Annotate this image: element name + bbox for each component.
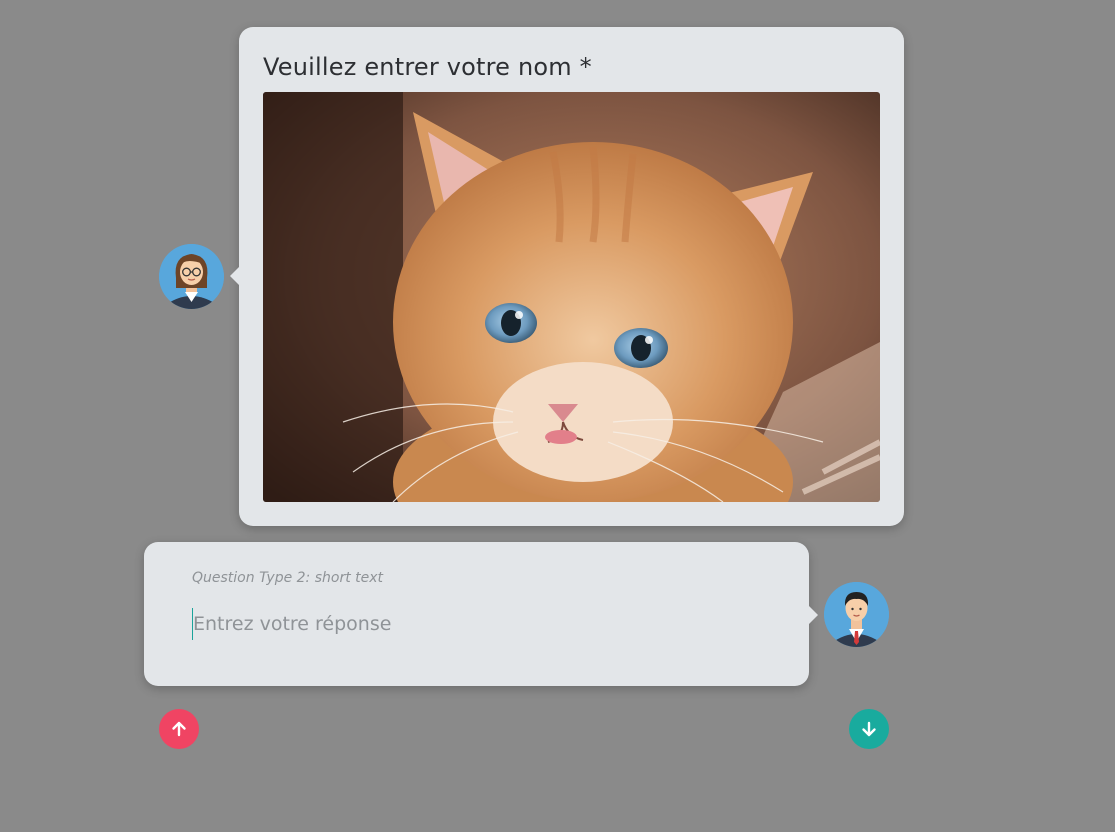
female-agent-avatar-icon [159,244,224,309]
user-avatar [824,582,889,647]
question-type-label: Question Type 2: short text [192,570,384,586]
arrow-down-icon [862,721,876,737]
question-title: Veuillez entrer votre nom * [263,53,592,81]
bot-avatar [159,244,224,309]
bubble-tail [809,606,818,624]
kitten-image [263,92,880,502]
answer-input[interactable] [192,608,753,640]
bubble-tail [230,267,239,285]
previous-question-button[interactable] [159,709,199,749]
question-image [263,92,880,502]
male-user-avatar-icon [824,582,889,647]
question-card: Veuillez entrer votre nom * [230,27,904,526]
arrow-up-icon [172,721,186,737]
next-question-button[interactable] [849,709,889,749]
answer-card: Question Type 2: short text [144,542,818,686]
